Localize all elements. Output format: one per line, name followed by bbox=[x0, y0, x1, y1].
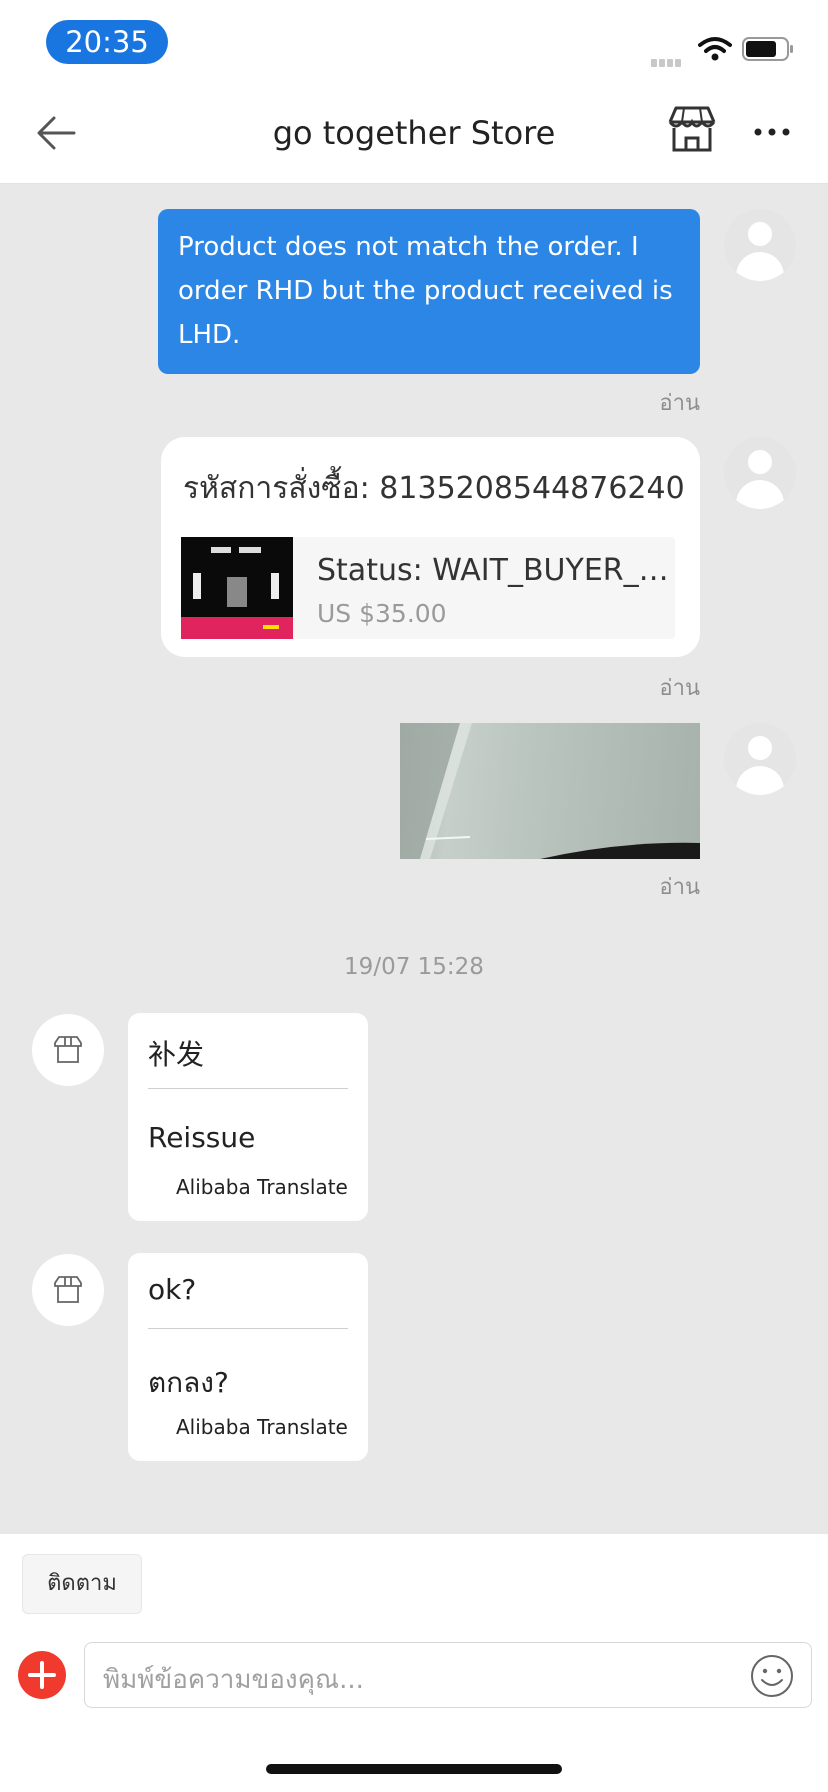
status-bar: 20:35 bbox=[0, 0, 828, 88]
status-time: 20:35 bbox=[46, 20, 168, 64]
order-product[interactable]: Status: WAIT_BUYER_A... US $35.00 bbox=[181, 537, 675, 639]
cellular-signal-icon bbox=[651, 52, 683, 71]
message-original-text: ok? bbox=[148, 1273, 197, 1306]
read-status: อ่าน bbox=[659, 875, 700, 900]
wifi-icon bbox=[698, 37, 732, 61]
user-avatar-icon bbox=[724, 437, 796, 509]
user-avatar-icon bbox=[724, 209, 796, 281]
order-price: US $35.00 bbox=[317, 599, 447, 628]
photo-content bbox=[400, 723, 700, 859]
translation-credit: Alibaba Translate bbox=[176, 1415, 348, 1439]
message-input[interactable]: พิมพ์ข้อความของคุณ... bbox=[84, 1642, 812, 1708]
store-icon[interactable] bbox=[666, 104, 718, 154]
follow-button[interactable]: ติดตาม bbox=[22, 1554, 142, 1614]
more-icon[interactable] bbox=[752, 126, 792, 138]
order-number: รหัสการสั่งซื้อ: 8135208544876240 bbox=[183, 471, 685, 506]
translation-divider bbox=[148, 1328, 348, 1329]
chat-area[interactable]: Product does not match the order. I orde… bbox=[0, 184, 828, 1534]
translation-divider bbox=[148, 1088, 348, 1089]
message-timestamp: 19/07 15:28 bbox=[344, 954, 484, 980]
message-original-text: 补发 bbox=[148, 1038, 205, 1071]
received-message[interactable]: 补发 Reissue Alibaba Translate bbox=[128, 1013, 368, 1221]
order-card[interactable]: รหัสการสั่งซื้อ: 8135208544876240 Status… bbox=[161, 437, 700, 657]
received-message[interactable]: ok? ตกลง? Alibaba Translate bbox=[128, 1253, 368, 1461]
message-translation: ตกลง? bbox=[148, 1366, 229, 1399]
emoji-icon[interactable] bbox=[749, 1653, 795, 1699]
sent-text-message[interactable]: Product does not match the order. I orde… bbox=[158, 209, 700, 374]
plus-icon[interactable] bbox=[18, 1651, 66, 1699]
sent-image-message[interactable] bbox=[400, 723, 700, 859]
chat-header: go together Store bbox=[0, 88, 828, 184]
message-translation: Reissue bbox=[148, 1121, 256, 1154]
read-status: อ่าน bbox=[659, 676, 700, 701]
input-placeholder: พิมพ์ข้อความของคุณ... bbox=[103, 1665, 364, 1695]
product-thumbnail bbox=[181, 537, 293, 639]
read-status: อ่าน bbox=[659, 391, 700, 416]
store-avatar-icon[interactable] bbox=[32, 1014, 104, 1086]
home-indicator[interactable] bbox=[266, 1764, 562, 1774]
battery-icon bbox=[742, 37, 793, 61]
user-avatar-icon bbox=[724, 723, 796, 795]
translation-credit: Alibaba Translate bbox=[176, 1175, 348, 1199]
order-status: Status: WAIT_BUYER_A... bbox=[317, 553, 673, 588]
composer-bar: ติดตาม พิมพ์ข้อความของคุณ... bbox=[0, 1534, 828, 1792]
store-avatar-icon[interactable] bbox=[32, 1254, 104, 1326]
